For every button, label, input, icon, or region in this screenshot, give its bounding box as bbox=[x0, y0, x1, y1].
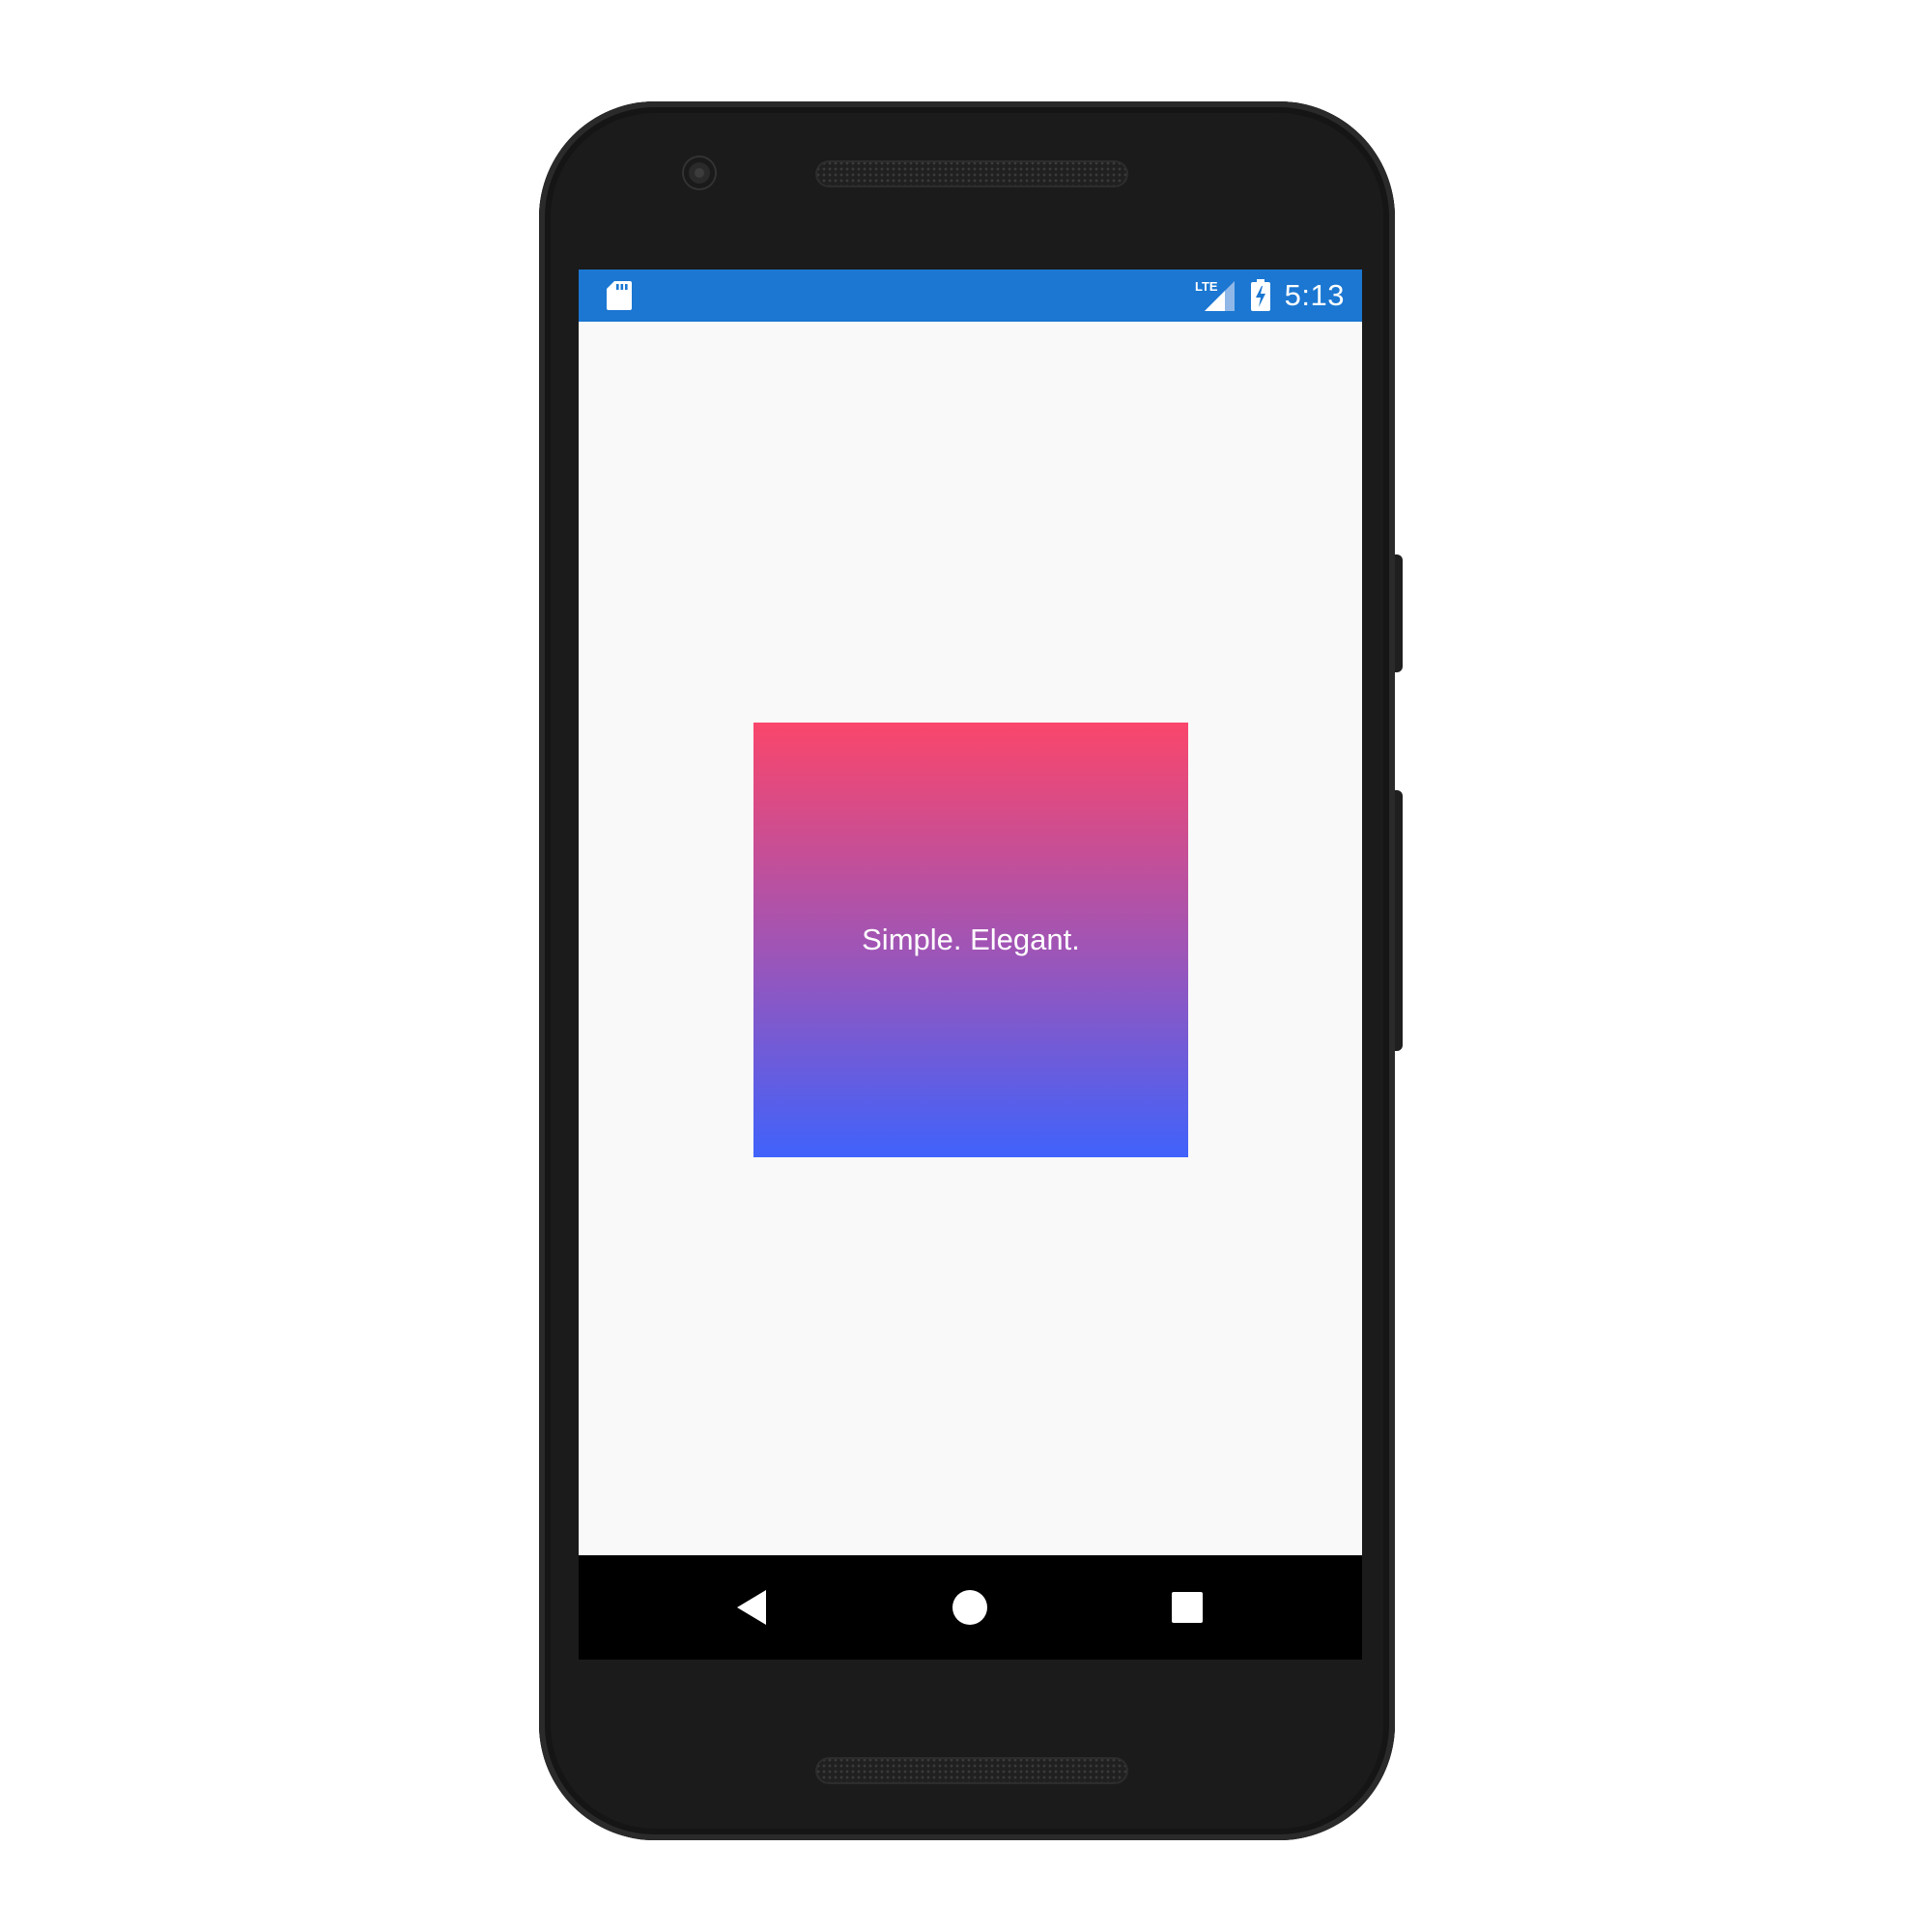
bottom-speaker bbox=[815, 1757, 1128, 1784]
card-text: Simple. Elegant. bbox=[862, 923, 1080, 956]
status-bar: LTE 5:13 bbox=[579, 270, 1362, 322]
lte-label: LTE bbox=[1195, 279, 1218, 294]
phone-screen: LTE 5:13 Simple. Elegant. bbox=[579, 270, 1362, 1660]
front-camera bbox=[684, 157, 715, 188]
battery-charging-icon bbox=[1250, 279, 1270, 311]
gradient-card: Simple. Elegant. bbox=[753, 723, 1188, 1157]
earpiece-speaker bbox=[815, 160, 1128, 187]
device-frame: LTE 5:13 Simple. Elegant. bbox=[0, 0, 1932, 1932]
sd-card-icon bbox=[607, 281, 632, 310]
status-clock: 5:13 bbox=[1284, 278, 1345, 312]
back-button[interactable] bbox=[709, 1555, 796, 1660]
lte-signal-icon: LTE bbox=[1195, 279, 1235, 311]
home-button[interactable] bbox=[926, 1555, 1013, 1660]
back-icon bbox=[737, 1590, 766, 1625]
recents-icon bbox=[1172, 1592, 1203, 1623]
status-icons: LTE 5:13 bbox=[1194, 270, 1345, 322]
navigation-bar bbox=[579, 1555, 1362, 1660]
home-icon bbox=[952, 1590, 987, 1625]
recents-button[interactable] bbox=[1144, 1555, 1231, 1660]
